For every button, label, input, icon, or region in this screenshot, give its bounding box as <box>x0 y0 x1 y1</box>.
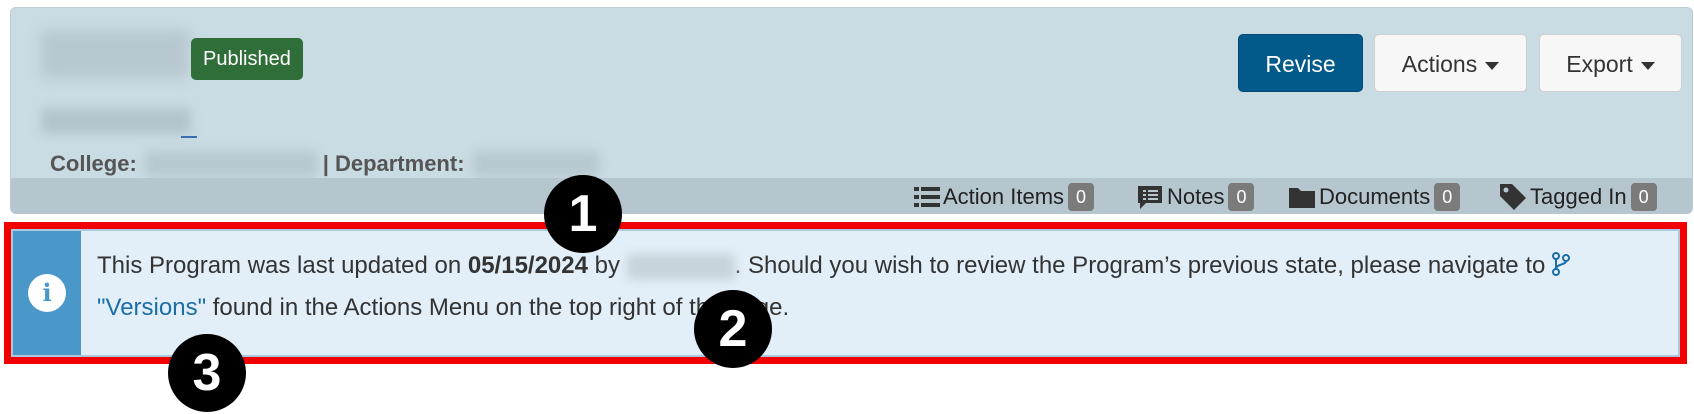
program-subtitle-redacted[interactable] <box>41 108 191 134</box>
info-alert: i This Program was last updated on 05/15… <box>11 229 1680 357</box>
count-badge: 0 <box>1068 183 1095 211</box>
export-dropdown-button[interactable]: Export <box>1539 34 1682 92</box>
alert-text-part: . Should you wish to review the Program’… <box>734 252 1553 279</box>
alert-message: This Program was last updated on 05/15/2… <box>97 245 1648 329</box>
separator: | <box>322 151 329 176</box>
program-header-card: Published College: | Department: Revise … <box>10 7 1693 214</box>
subtitle-link-underline <box>181 136 197 138</box>
count-badge: 0 <box>1630 183 1657 211</box>
caret-down-icon <box>1485 61 1500 70</box>
department-value-redacted <box>472 151 599 177</box>
college-label: College: <box>50 151 137 176</box>
alert-text-part: This Program was last updated on <box>97 252 468 279</box>
caret-down-icon <box>1640 61 1655 70</box>
alert-text-part: by <box>587 252 627 279</box>
count-badge: 0 <box>1434 183 1461 211</box>
department-label: Department: <box>334 151 465 176</box>
tab-action-items[interactable]: Action Items 0 <box>914 182 1095 212</box>
alert-icon-stripe: i <box>13 231 81 355</box>
comment-icon <box>1138 186 1162 209</box>
status-badge: Published <box>191 38 303 80</box>
info-icon: i <box>28 274 66 312</box>
count-badge: 0 <box>1228 183 1255 211</box>
college-department-line: College: | Department: <box>50 151 599 177</box>
tab-label: Documents <box>1319 184 1431 209</box>
actions-dropdown-button[interactable]: Actions <box>1374 34 1527 92</box>
tab-tagged-in[interactable]: Tagged In 0 <box>1499 182 1657 212</box>
tab-label: Tagged In <box>1530 184 1627 209</box>
tab-documents[interactable]: Documents 0 <box>1288 182 1461 212</box>
annotation-marker-2: 2 <box>694 290 772 368</box>
updated-by-user-redacted <box>626 253 735 280</box>
annotation-marker-3: 3 <box>168 334 246 412</box>
tag-icon <box>1500 184 1526 210</box>
college-value-redacted <box>144 151 317 177</box>
folder-icon <box>1289 188 1315 208</box>
versions-label: "Versions" <box>97 294 207 321</box>
list-icon <box>914 187 940 207</box>
code-branch-icon <box>1552 252 1571 276</box>
tab-label: Notes <box>1167 184 1225 209</box>
revise-button[interactable]: Revise <box>1238 34 1363 92</box>
annotation-marker-1: 1 <box>544 175 622 253</box>
export-label: Export <box>1566 51 1633 77</box>
program-title-redacted <box>41 30 189 78</box>
last-updated-date: 05/15/2024 <box>467 252 588 279</box>
actions-label: Actions <box>1401 51 1478 77</box>
tab-notes[interactable]: Notes 0 <box>1136 182 1255 212</box>
tab-label: Action Items <box>943 184 1065 209</box>
revise-label: Revise <box>1265 51 1336 77</box>
program-tabs-bar: Action Items 0 Notes 0 Documents 0 Tagge… <box>11 178 1692 214</box>
